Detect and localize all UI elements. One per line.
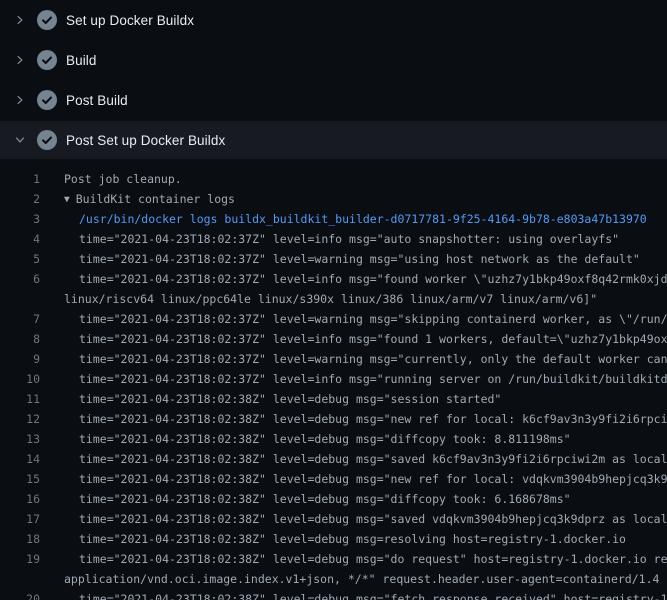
log-line: 13time="2021-04-23T18:02:38Z" level=debu… — [0, 429, 667, 449]
log-line: 19time="2021-04-23T18:02:38Z" level=debu… — [0, 549, 667, 569]
log-line: 1Post job cleanup. — [0, 169, 667, 189]
log-line: 6time="2021-04-23T18:02:37Z" level=info … — [0, 269, 667, 289]
line-number[interactable]: 14 — [0, 449, 40, 469]
log-group-label: BuildKit container logs — [76, 192, 235, 206]
log-text: time="2021-04-23T18:02:38Z" level=debug … — [40, 409, 667, 429]
line-number[interactable]: 19 — [0, 549, 40, 569]
log-text: time="2021-04-23T18:02:37Z" level=warnin… — [40, 349, 667, 369]
log-text: time="2021-04-23T18:02:37Z" level=warnin… — [40, 249, 667, 269]
step-header-post-build[interactable]: Post Build — [0, 80, 667, 120]
log-text: time="2021-04-23T18:02:38Z" level=debug … — [40, 389, 667, 409]
line-number[interactable]: 2 — [0, 189, 40, 209]
log-line: 7time="2021-04-23T18:02:37Z" level=warni… — [0, 309, 667, 329]
log-text: linux/riscv64 linux/ppc64le linux/s390x … — [40, 289, 667, 309]
group-expanded-triangle-icon[interactable]: ▼ — [64, 190, 70, 209]
line-number[interactable]: 10 — [0, 369, 40, 389]
line-number[interactable]: 1 — [0, 169, 40, 189]
chevron-right-icon — [12, 92, 28, 108]
line-number[interactable]: 6 — [0, 269, 40, 289]
step-title: Post Build — [66, 93, 128, 108]
step-header-post-set-up-docker-buildx[interactable]: Post Set up Docker Buildx — [0, 121, 667, 159]
log-text: time="2021-04-23T18:02:38Z" level=debug … — [40, 489, 667, 509]
log-line-wrap: application/vnd.oci.image.index.v1+json,… — [0, 569, 667, 589]
actions-log-viewer: Set up Docker Buildx Build Post Build Po… — [0, 0, 667, 600]
line-number[interactable]: 12 — [0, 409, 40, 429]
log-text: time="2021-04-23T18:02:38Z" level=debug … — [40, 449, 667, 469]
log-line: 16time="2021-04-23T18:02:38Z" level=debu… — [0, 489, 667, 509]
check-circle-icon — [37, 10, 57, 30]
log-text: time="2021-04-23T18:02:38Z" level=debug … — [40, 429, 667, 449]
log-text: time="2021-04-23T18:02:38Z" level=debug … — [40, 469, 667, 489]
log-line: 2 ▼ BuildKit container logs — [0, 189, 667, 209]
step-title: Post Set up Docker Buildx — [66, 133, 225, 148]
log-text: time="2021-04-23T18:02:37Z" level=info m… — [40, 369, 667, 389]
log-line: 20time="2021-04-23T18:02:38Z" level=debu… — [0, 589, 667, 600]
step-title: Build — [66, 53, 97, 68]
step-title: Set up Docker Buildx — [66, 13, 194, 28]
chevron-right-icon — [12, 12, 28, 28]
log-text: time="2021-04-23T18:02:37Z" level=info m… — [40, 229, 667, 249]
chevron-down-icon — [12, 132, 28, 148]
line-number[interactable]: 7 — [0, 309, 40, 329]
log-group-toggle[interactable]: ▼ BuildKit container logs — [40, 189, 667, 209]
log-line: 4time="2021-04-23T18:02:37Z" level=info … — [0, 229, 667, 249]
chevron-right-icon — [12, 52, 28, 68]
log-text: time="2021-04-23T18:02:38Z" level=debug … — [40, 509, 667, 529]
line-number[interactable]: 9 — [0, 349, 40, 369]
log-line: 3/usr/bin/docker logs buildx_buildkit_bu… — [0, 209, 667, 229]
check-circle-icon — [37, 130, 57, 150]
log-line: 15time="2021-04-23T18:02:38Z" level=debu… — [0, 469, 667, 489]
line-number[interactable]: 16 — [0, 489, 40, 509]
log-line: 14time="2021-04-23T18:02:38Z" level=debu… — [0, 449, 667, 469]
step-header-build[interactable]: Build — [0, 40, 667, 80]
line-number[interactable]: 20 — [0, 589, 40, 600]
log-text: Post job cleanup. — [40, 169, 667, 189]
line-number[interactable]: 15 — [0, 469, 40, 489]
log-line: 11time="2021-04-23T18:02:38Z" level=debu… — [0, 389, 667, 409]
log-line: 10time="2021-04-23T18:02:37Z" level=info… — [0, 369, 667, 389]
log-line: 8time="2021-04-23T18:02:37Z" level=info … — [0, 329, 667, 349]
step-header-set-up-docker-buildx[interactable]: Set up Docker Buildx — [0, 0, 667, 40]
line-number[interactable]: 4 — [0, 229, 40, 249]
line-number[interactable]: 8 — [0, 329, 40, 349]
log-text: time="2021-04-23T18:02:37Z" level=info m… — [40, 329, 667, 349]
log-line: 9time="2021-04-23T18:02:37Z" level=warni… — [0, 349, 667, 369]
line-number[interactable]: 3 — [0, 209, 40, 229]
log-text: time="2021-04-23T18:02:38Z" level=debug … — [40, 529, 667, 549]
line-number[interactable]: 13 — [0, 429, 40, 449]
line-number[interactable]: 18 — [0, 529, 40, 549]
log-text: time="2021-04-23T18:02:38Z" level=debug … — [40, 549, 667, 569]
line-number — [0, 569, 40, 589]
line-number[interactable]: 11 — [0, 389, 40, 409]
line-number[interactable]: 17 — [0, 509, 40, 529]
log-text: application/vnd.oci.image.index.v1+json,… — [40, 569, 667, 589]
log-text: time="2021-04-23T18:02:37Z" level=warnin… — [40, 309, 667, 329]
log-line: 5time="2021-04-23T18:02:37Z" level=warni… — [0, 249, 667, 269]
log-line: 17time="2021-04-23T18:02:38Z" level=debu… — [0, 509, 667, 529]
log-text: time="2021-04-23T18:02:37Z" level=info m… — [40, 269, 667, 289]
log-text: time="2021-04-23T18:02:38Z" level=debug … — [40, 589, 667, 600]
line-number[interactable]: 5 — [0, 249, 40, 269]
check-circle-icon — [37, 50, 57, 70]
log-command-text: /usr/bin/docker logs buildx_buildkit_bui… — [40, 209, 667, 229]
line-number — [0, 289, 40, 309]
check-circle-icon — [37, 90, 57, 110]
log-output: 1Post job cleanup.2 ▼ BuildKit container l… — [0, 159, 667, 600]
log-line-wrap: linux/riscv64 linux/ppc64le linux/s390x … — [0, 289, 667, 309]
log-line: 12time="2021-04-23T18:02:38Z" level=debu… — [0, 409, 667, 429]
log-line: 18time="2021-04-23T18:02:38Z" level=debu… — [0, 529, 667, 549]
